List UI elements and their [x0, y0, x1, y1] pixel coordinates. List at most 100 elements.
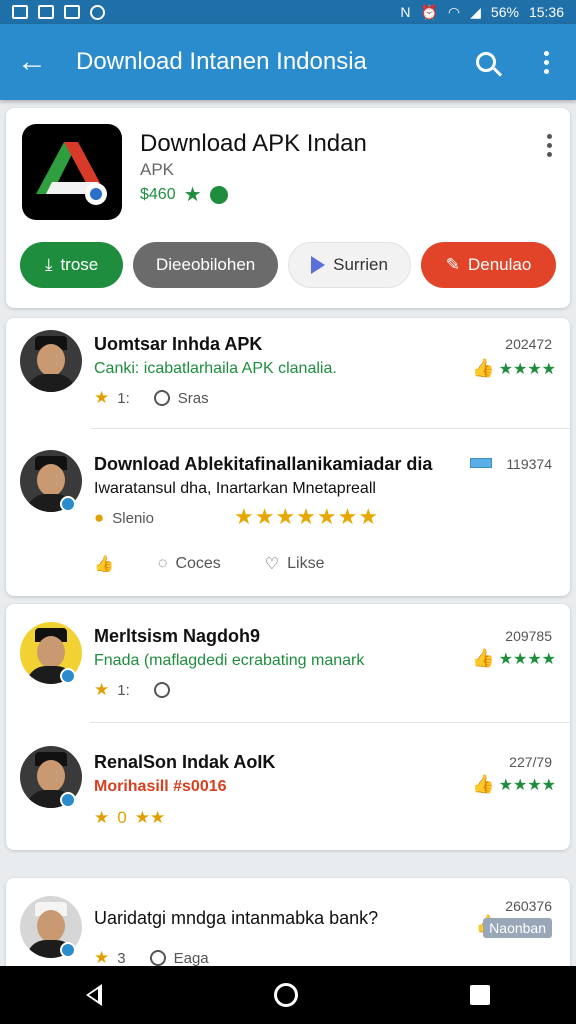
like-button[interactable]: 👍 — [94, 554, 114, 574]
comment-button[interactable]: ◌ Coces — [158, 555, 221, 573]
review-stars: 👍 ★★★★ — [472, 648, 556, 669]
review-rating: 1: — [117, 681, 130, 699]
message-icon — [64, 5, 80, 19]
back-arrow-icon[interactable]: ← — [0, 45, 64, 79]
app-name: Download APK Indan — [140, 130, 367, 157]
star-icon: ★ — [94, 680, 110, 699]
status-left — [12, 4, 105, 20]
download-icon: ⤓ — [44, 255, 53, 274]
review-title: RenalSon Indak AoIK — [94, 752, 276, 772]
avatar[interactable] — [20, 330, 82, 392]
review-rating: 3 — [117, 949, 126, 967]
system-nav-bar — [0, 966, 576, 1024]
signal-icon: ◢ — [470, 3, 481, 20]
back-icon[interactable] — [86, 984, 102, 1006]
location-icon — [153, 682, 170, 698]
green-stars-icon: ★★★★ — [498, 776, 556, 794]
review-text: Morihasill #s0016 — [94, 778, 227, 795]
divider — [90, 722, 570, 723]
review-text: Iwaratansul dha, Inartarkan Mnetapreall — [94, 480, 376, 497]
review-title: Download Ablekitafinallanikamiadar dia — [94, 454, 433, 474]
location-icon — [153, 390, 170, 406]
chat-icon — [209, 185, 228, 204]
star-rating: ★★★★★★★ — [234, 504, 380, 529]
review-meta-label: Slenio — [112, 509, 154, 527]
review-meta: ★ 1: — [94, 680, 170, 700]
comment-label: Coces — [175, 555, 221, 572]
review-meta: ★ 1: Sras — [94, 388, 209, 408]
app-subtitle: APK — [140, 160, 175, 179]
thumbs-up-icon: 👍 — [94, 556, 114, 573]
card-more-vert-icon[interactable] — [547, 134, 552, 157]
comment-icon: ◌ — [157, 555, 168, 572]
review-meta: ● Slenio — [94, 508, 154, 528]
heart-label: Likse — [287, 555, 325, 572]
app-meta: $460 ★ — [140, 182, 228, 207]
verified-badge-icon — [60, 668, 76, 684]
thumbs-up-icon[interactable]: 👍 — [472, 648, 494, 669]
star-icon: ★ — [94, 948, 110, 967]
review-card: Uomtsar Inhda APK Canki: icabatlarhaila … — [6, 318, 570, 596]
green-stars-icon: ★★★★ — [498, 360, 556, 378]
search-icon — [476, 52, 496, 72]
review-stars: 👍 ★★★★ — [472, 774, 556, 795]
review-count: 209785 — [505, 628, 552, 644]
review-rating: 1: — [117, 389, 130, 407]
star-icon: ★★ — [134, 808, 166, 827]
review-actions: 👍 ◌ Coces ♡ Likse — [94, 554, 325, 574]
review-count: 260376 — [505, 898, 552, 914]
heart-button[interactable]: ♡ Likse — [265, 554, 325, 574]
review-title: Uaridatgi mndga intanmabka bank? — [94, 908, 379, 928]
green-stars-icon: ★★★★ — [498, 650, 556, 668]
overflow-menu-button[interactable] — [516, 50, 576, 74]
star-icon: ★ — [183, 184, 202, 206]
play-button[interactable]: Surrien — [288, 242, 412, 288]
pencil-icon: ✎ — [445, 255, 460, 274]
thumbs-up-icon[interactable]: 👍 — [472, 774, 494, 795]
review-meta-label: Eaga — [173, 949, 209, 967]
review-count: 119374 — [506, 456, 552, 472]
review-star-text: 0 — [117, 808, 127, 827]
action-button-row: ⤓ trose Dieeobilohen Surrien ✎ Denulao — [20, 242, 556, 288]
review-text: Canki: icabatlarhaila APK clanalia. — [94, 360, 337, 377]
app-logo-icon — [22, 124, 122, 220]
battery-level: 56% — [490, 4, 519, 20]
install-button[interactable]: ⤓ trose — [20, 242, 124, 288]
app-price: $460 — [140, 185, 176, 203]
gallery-icon — [38, 5, 54, 19]
star-icon: ★ — [94, 388, 110, 407]
clock: 15:36 — [528, 4, 564, 20]
app-card: Download APK Indan APK $460 ★ ⤓ trose Di… — [6, 108, 570, 308]
review-card: Merltsism Nagdoh9 209785 Fnada (maflagde… — [6, 604, 570, 850]
review-meta-label: Sras — [177, 389, 209, 407]
recents-icon[interactable] — [470, 985, 490, 1005]
app-bar: ← Download Intanen Indonsia — [0, 24, 576, 100]
review-title: Uomtsar Inhda APK — [94, 334, 263, 354]
status-bar: N ⏰ ◠ ◢ 56% 15:36 — [0, 0, 576, 24]
status-badge: Naonban — [483, 918, 552, 938]
play-icon — [311, 256, 326, 274]
install-button-label: trose — [60, 255, 99, 274]
search-button[interactable] — [456, 52, 516, 72]
review-card: Uaridatgi mndga intanmabka bank? 260376 … — [6, 878, 570, 978]
home-icon[interactable] — [274, 983, 298, 1007]
heart-icon: ♡ — [264, 556, 280, 573]
location-icon — [149, 950, 166, 966]
description-button-label: Dieeobilohen — [155, 255, 256, 274]
page-title: Download Intanen Indonsia — [76, 48, 367, 75]
edit-button[interactable]: ✎ Denulao — [421, 242, 556, 288]
divider — [90, 428, 570, 429]
status-right: N ⏰ ◠ ◢ 56% 15:36 — [400, 4, 564, 21]
verified-badge-icon — [60, 496, 76, 512]
review-meta: ★ 3 Eaga — [94, 948, 209, 968]
review-title: Merltsism Nagdoh9 — [94, 626, 261, 646]
nfc-icon: N — [400, 4, 411, 20]
description-button[interactable]: Dieeobilohen — [133, 242, 279, 288]
verified-badge-icon — [60, 942, 76, 958]
more-vert-icon — [543, 50, 549, 74]
orange-dot-icon: ● — [94, 508, 105, 527]
wifi-icon: ◠ — [447, 3, 461, 20]
thumbs-up-icon[interactable]: 👍 — [472, 358, 494, 379]
edit-button-label: Denulao — [468, 255, 532, 274]
review-text: Fnada (maflagdedi ecrabating manark — [94, 652, 365, 669]
